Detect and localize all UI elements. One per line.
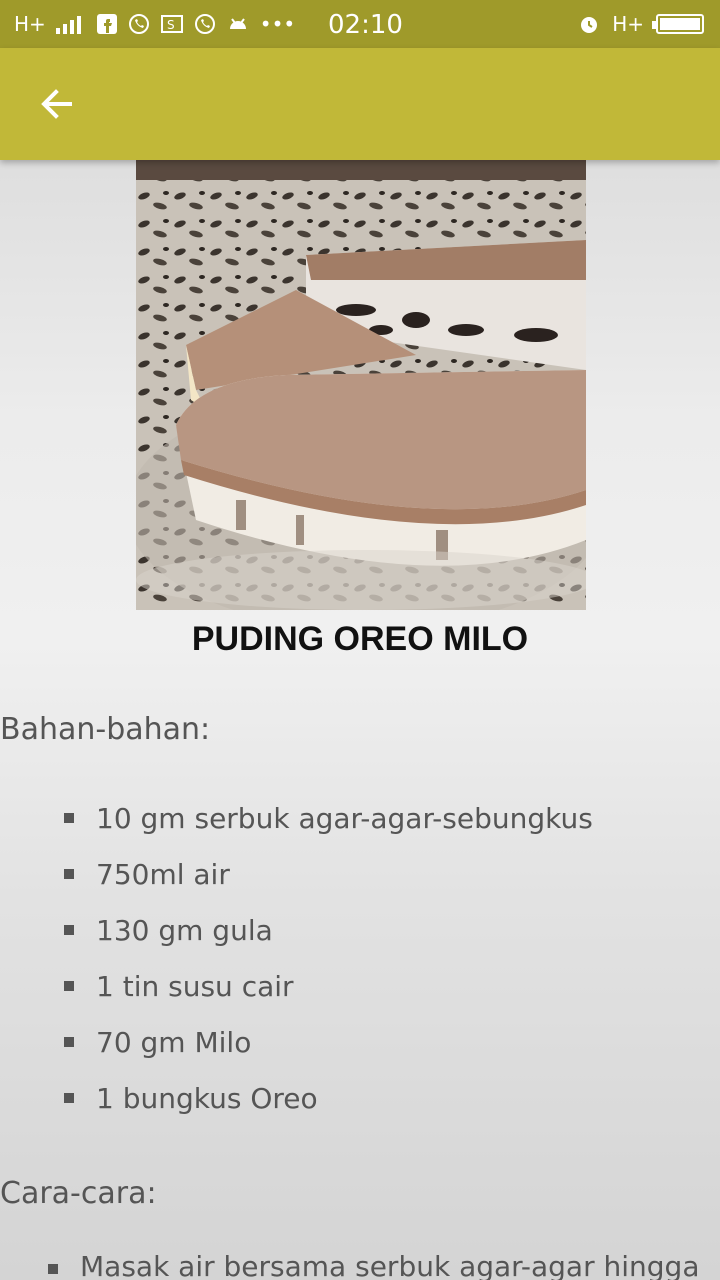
ingredients-list: 10 gm serbuk agar-agar-sebungkus 750ml a… (0, 790, 720, 1126)
whatsapp-icon-2 (194, 14, 215, 34)
bullet-icon (64, 1093, 74, 1103)
facebook-icon (96, 14, 117, 34)
signal-icon (55, 16, 81, 34)
bullet-icon (64, 813, 74, 823)
more-notifications-icon: ••• (259, 12, 296, 36)
alarm-icon (581, 17, 598, 33)
network-type-label-right: H+ (612, 12, 644, 36)
list-item: Masak air bersama serbuk agar-agar hingg… (0, 1242, 720, 1280)
status-icons-right: H+ (578, 0, 704, 48)
list-item: 1 bungkus Oreo (0, 1070, 720, 1126)
ingredients-label: Bahan-bahan: (0, 712, 211, 747)
app-bar (0, 48, 720, 160)
ingredient-text: 1 bungkus Oreo (96, 1081, 318, 1115)
list-item: 70 gm Milo (0, 1014, 720, 1070)
status-icons-left: H+ S ••• (14, 0, 295, 48)
ingredient-text: 750ml air (96, 857, 230, 891)
list-item: 750ml air (0, 846, 720, 902)
battery-icon (652, 14, 704, 34)
android-debug-icon (229, 18, 246, 29)
ingredient-text: 10 gm serbuk agar-agar-sebungkus (96, 801, 593, 835)
status-time: 02:10 (328, 10, 403, 40)
steps-label: Cara-cara: (0, 1176, 157, 1211)
recipe-photo (136, 160, 586, 610)
recipe-title: PUDING OREO MILO (191, 620, 529, 658)
ingredient-text: 130 gm gula (96, 913, 273, 947)
ingredient-text: 70 gm Milo (96, 1025, 252, 1059)
bullet-icon (64, 981, 74, 991)
ingredient-text: 1 tin susu cair (96, 969, 294, 1003)
status-bar: H+ S ••• 02:10 H+ (0, 0, 720, 48)
bullet-icon (64, 925, 74, 935)
bullet-icon (48, 1264, 58, 1274)
svg-text:S: S (167, 18, 175, 32)
whatsapp-icon (128, 14, 149, 34)
bullet-icon (64, 869, 74, 879)
bullet-icon (64, 1037, 74, 1047)
step-text: Masak air bersama serbuk agar-agar hingg… (80, 1250, 700, 1280)
list-item: 10 gm serbuk agar-agar-sebungkus (0, 790, 720, 846)
screenshot-icon: S (160, 15, 183, 33)
back-button[interactable] (34, 82, 78, 126)
network-type-label: H+ (14, 12, 46, 36)
arrow-left-icon (41, 89, 72, 119)
list-item: 1 tin susu cair (0, 958, 720, 1014)
list-item: 130 gm gula (0, 902, 720, 958)
